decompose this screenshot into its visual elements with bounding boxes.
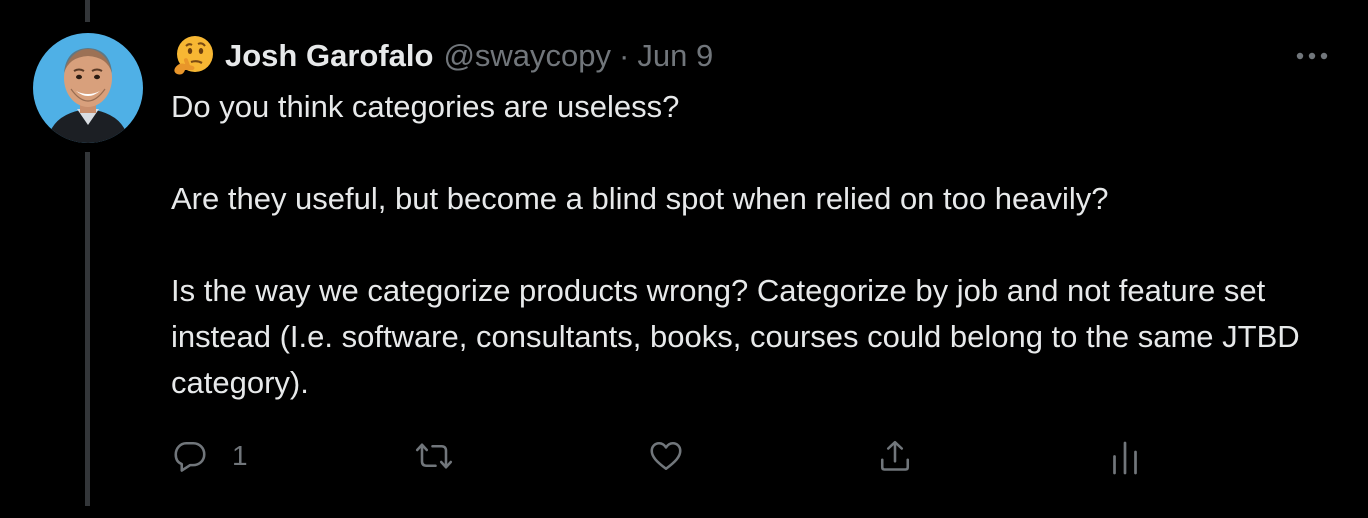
reply-count: 1: [232, 440, 248, 471]
reply-icon: [174, 441, 206, 472]
tweet-text: Do you think categories are useless? Are…: [171, 84, 1336, 406]
share-icon: [880, 440, 910, 471]
avatar[interactable]: [33, 33, 143, 143]
thinking-face-emoji-icon: [171, 34, 225, 78]
analytics-button[interactable]: [1110, 438, 1140, 478]
more-icon: [1296, 52, 1328, 60]
more-button[interactable]: [1288, 38, 1336, 74]
tweet-header: Josh Garofalo @swaycopy · Jun 9: [171, 34, 713, 78]
share-button[interactable]: [877, 438, 913, 474]
tweet-paragraph: Is the way we categorize products wrong?…: [171, 273, 1300, 400]
thread-line-top: [85, 0, 90, 22]
reply-button[interactable]: 1: [172, 438, 248, 474]
like-button[interactable]: [648, 438, 684, 474]
tweet-actions: 1: [0, 434, 1368, 484]
retweet-button[interactable]: [414, 438, 454, 474]
retweet-icon: [415, 443, 453, 469]
tweet-paragraph: Do you think categories are useless?: [171, 89, 680, 124]
tweet-date[interactable]: Jun 9: [637, 38, 713, 74]
analytics-icon: [1113, 441, 1137, 475]
author-name[interactable]: Josh Garofalo: [225, 38, 433, 74]
tweet-paragraph: Are they useful, but become a blind spot…: [171, 181, 1109, 216]
heart-icon: [650, 441, 682, 471]
header-separator: ·: [619, 38, 630, 73]
author-handle[interactable]: @swaycopy: [443, 38, 611, 74]
